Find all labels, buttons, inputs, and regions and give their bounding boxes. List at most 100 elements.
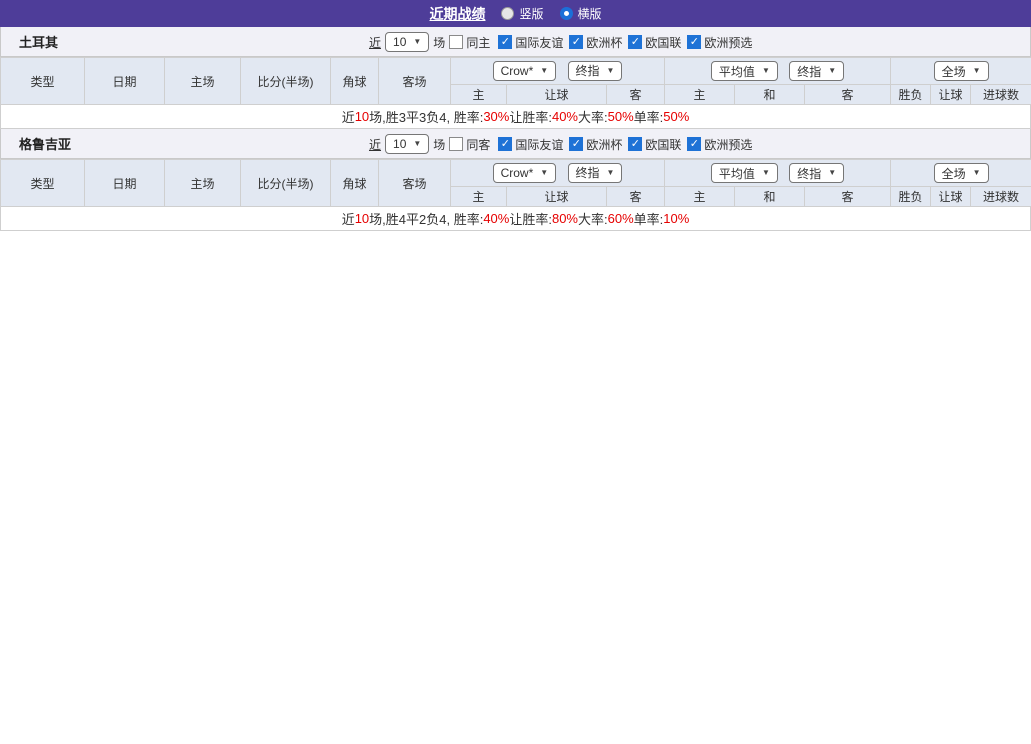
- col-away: 客场: [378, 57, 451, 105]
- same-venue-checkbox[interactable]: 同客: [449, 136, 490, 153]
- chevron-down-icon: ▼: [540, 66, 549, 76]
- radio-horizontal-layout[interactable]: 横版: [559, 5, 602, 22]
- league-checkbox[interactable]: ✓ 欧国联: [628, 34, 681, 51]
- checkbox-icon: [449, 137, 464, 151]
- league-checkbox[interactable]: ✓ 国际友谊: [498, 34, 563, 51]
- col-type: 类型: [0, 57, 85, 105]
- checkbox-icon: ✓: [569, 137, 584, 151]
- col-away: 客场: [378, 159, 451, 207]
- handicap-group-header: Crow* ▼ 终指 ▼: [449, 159, 666, 187]
- col-date: 日期: [84, 57, 165, 105]
- average-stage-select[interactable]: 终指 ▼: [789, 163, 845, 183]
- col-eu-away: 客: [804, 84, 892, 105]
- radio-icon: [559, 7, 573, 20]
- col-goals: 进球数: [970, 186, 1031, 207]
- chevron-down-icon: ▼: [972, 168, 981, 177]
- summary-row: 近 10 场,胜3平3负4, 胜率: 30% 让胜率: 40% 大率: 50% 单率: 50…: [0, 105, 1031, 129]
- games-label: 场: [433, 137, 446, 152]
- checkbox-label: 同客: [466, 137, 491, 152]
- match-count-value: 10: [393, 35, 407, 49]
- fullmatch-group-header: 全场 ▼: [890, 57, 1031, 85]
- bookmaker-value: Crow*: [500, 166, 534, 181]
- scope-select[interactable]: 全场 ▼: [933, 163, 989, 183]
- col-ah-away: 客: [605, 186, 666, 207]
- checkbox-icon: ✓: [498, 137, 513, 151]
- average-select[interactable]: 平均值 ▼: [710, 61, 778, 81]
- chevron-down-icon: ▼: [972, 66, 981, 75]
- summary-text: 10%: [663, 211, 690, 226]
- summary-text: 50%: [607, 109, 634, 124]
- chevron-down-icon: ▼: [606, 65, 615, 75]
- checkbox-label: 欧洲杯: [586, 35, 623, 50]
- team-section-georgia: 格鲁吉亚 近 10 ▼ 场 同客 ✓ 国际友谊 ✓ 欧洲杯 ✓ 欧国联 ✓ 欧洲预选 类型: [0, 129, 1031, 231]
- top-bar: 近期战绩 竖版 横版: [0, 0, 1031, 27]
- team-section-turkey: 土耳其 近 10 ▼ 场 同主 ✓ 国际友谊 ✓ 欧洲杯 ✓ 欧国联 ✓ 欧洲预选 类型 日: [0, 27, 1031, 129]
- col-ah-home: 主: [450, 186, 507, 207]
- col-ah-line: 让球: [506, 186, 607, 207]
- col-home: 主场: [164, 57, 241, 105]
- summary-text: 近: [341, 110, 355, 125]
- chevron-down-icon: ▼: [413, 37, 422, 46]
- summary-text: 让胜率:: [509, 212, 552, 227]
- bookmaker-select[interactable]: Crow* ▼: [492, 61, 557, 82]
- col-result: 胜负: [890, 186, 932, 207]
- near-label: 近: [369, 137, 382, 152]
- col-ah-home: 主: [450, 84, 507, 105]
- col-result: 胜负: [890, 84, 932, 105]
- league-checkbox[interactable]: ✓ 欧洲预选: [687, 136, 752, 153]
- col-eu-draw: 和: [734, 84, 806, 105]
- league-filters: ✓ 国际友谊 ✓ 欧洲杯 ✓ 欧国联 ✓ 欧洲预选: [498, 34, 752, 51]
- col-score: 比分(半场): [240, 159, 331, 207]
- summary-row: 近 10 场,胜4平2负4, 胜率: 40% 让胜率: 80% 大率: 60% 单率: 10…: [0, 207, 1031, 231]
- odds-stage-value: 终指: [575, 166, 600, 181]
- radio-vertical-layout[interactable]: 竖版: [501, 5, 544, 22]
- summary-text: 60%: [607, 211, 634, 226]
- checkbox-icon: ✓: [628, 35, 643, 49]
- chevron-down-icon: ▼: [540, 168, 549, 178]
- checkbox-icon: ✓: [498, 35, 513, 49]
- page-title: 近期战绩: [429, 5, 486, 22]
- col-corner: 角球: [330, 57, 379, 105]
- results-table: 类型 日期 主场 比分(半场) 角球 客场 Crow* ▼ 终指 ▼ 平均值 ▼…: [0, 159, 1031, 207]
- near-label: 近: [369, 35, 382, 50]
- filter-bar: 近 10 ▼ 场 同客 ✓ 国际友谊 ✓ 欧洲杯 ✓ 欧国联 ✓ 欧洲预选: [369, 129, 752, 159]
- filter-bar: 近 10 ▼ 场 同主 ✓ 国际友谊 ✓ 欧洲杯 ✓ 欧国联 ✓ 欧洲预选: [369, 27, 752, 57]
- radio-label: 横版: [577, 7, 602, 21]
- team-name: 土耳其: [19, 35, 59, 50]
- col-eu-home: 主: [664, 186, 736, 207]
- league-checkbox[interactable]: ✓ 国际友谊: [498, 136, 563, 153]
- scope-select[interactable]: 全场 ▼: [933, 61, 989, 81]
- scope-value: 全场: [941, 64, 966, 79]
- col-ah-away: 客: [605, 84, 666, 105]
- summary-text: 40%: [551, 109, 578, 124]
- col-ah-result: 让球: [930, 186, 972, 207]
- checkbox-label: 国际友谊: [515, 137, 564, 152]
- col-score: 比分(半场): [240, 57, 331, 105]
- section-header: 格鲁吉亚 近 10 ▼ 场 同客 ✓ 国际友谊 ✓ 欧洲杯 ✓ 欧国联 ✓ 欧洲预选: [0, 129, 1031, 159]
- league-checkbox[interactable]: ✓ 欧国联: [628, 136, 681, 153]
- league-checkbox[interactable]: ✓ 欧洲预选: [687, 34, 752, 51]
- checkbox-icon: ✓: [687, 35, 702, 49]
- checkbox-label: 同主: [466, 35, 491, 50]
- match-count-select[interactable]: 10 ▼: [385, 134, 430, 154]
- average-stage-select[interactable]: 终指 ▼: [789, 61, 845, 81]
- match-count-select[interactable]: 10 ▼: [385, 32, 430, 52]
- odds-stage-select[interactable]: 终指 ▼: [567, 60, 623, 81]
- chevron-down-icon: ▼: [761, 168, 770, 177]
- summary-text: 30%: [483, 109, 510, 124]
- average-value: 平均值: [718, 64, 755, 79]
- same-venue-checkbox[interactable]: 同主: [449, 34, 490, 51]
- col-goals: 进球数: [970, 84, 1031, 105]
- league-checkbox[interactable]: ✓ 欧洲杯: [569, 136, 622, 153]
- bookmaker-select[interactable]: Crow* ▼: [492, 163, 557, 184]
- bookmaker-value: Crow*: [500, 64, 534, 79]
- chevron-down-icon: ▼: [828, 66, 837, 75]
- checkbox-label: 欧洲预选: [704, 35, 753, 50]
- radio-label: 竖版: [519, 7, 544, 21]
- summary-text: 大率:: [578, 110, 608, 125]
- summary-text: 10: [354, 109, 370, 124]
- checkbox-label: 欧国联: [645, 35, 682, 50]
- league-checkbox[interactable]: ✓ 欧洲杯: [569, 34, 622, 51]
- average-select[interactable]: 平均值 ▼: [710, 163, 778, 183]
- odds-stage-select[interactable]: 终指 ▼: [567, 162, 623, 183]
